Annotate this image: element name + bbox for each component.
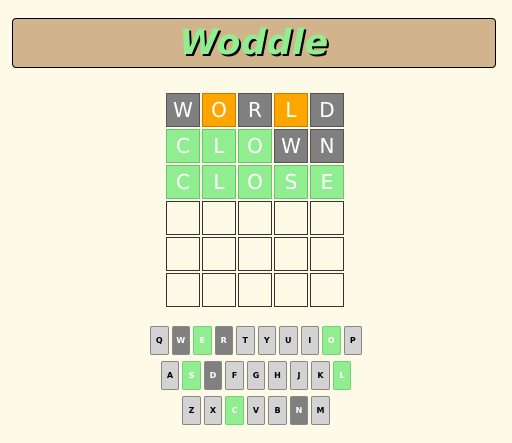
board-tile [238,273,272,307]
key-o[interactable]: O [322,326,341,355]
board-tile [238,201,272,235]
key-e[interactable]: E [193,326,212,355]
key-n[interactable]: N [289,396,309,425]
key-k[interactable]: K [311,361,330,390]
key-m[interactable]: M [311,396,330,425]
board-tile: S [274,165,308,199]
board-tile: L [202,165,236,199]
key-g[interactable]: G [246,361,266,390]
keyboard-row: QWERTYUIOP [0,326,512,355]
board-tile [310,273,344,307]
key-t[interactable]: T [236,326,255,355]
key-p[interactable]: P [343,326,362,355]
board-tile: D [310,93,344,127]
key-c[interactable]: C [225,396,244,425]
key-b[interactable]: B [268,396,287,425]
board-tile [310,201,344,235]
board-tile [166,201,200,235]
board-tile: C [166,165,200,199]
board-tile: O [238,129,272,163]
key-j[interactable]: J [289,361,309,390]
board-tile: W [166,93,200,127]
guess-board: WORLDCLOWNCLOSE [166,93,344,307]
board-tile: E [310,165,344,199]
game-title: Woddle [179,23,329,63]
board-tile [274,237,308,271]
keyboard-row: ASDFGHJKL [0,361,512,390]
title-bar: Woddle [12,18,496,68]
key-h[interactable]: H [268,361,287,390]
board-tile [274,201,308,235]
board-tile: L [274,93,308,127]
board-tile [202,201,236,235]
on-screen-keyboard: QWERTYUIOP ASDFGHJKL ZXCVBNM [0,326,512,431]
key-d[interactable]: D [203,361,223,390]
keyboard-row: ZXCVBNM [0,396,512,425]
board-tile [310,237,344,271]
board-tile: N [310,129,344,163]
key-s[interactable]: S [182,361,201,390]
key-r[interactable]: R [214,326,233,355]
board-tile: C [166,129,200,163]
board-tile [166,237,200,271]
board-tile: L [202,129,236,163]
key-i[interactable]: I [300,326,319,355]
board-tile: W [274,129,308,163]
key-q[interactable]: Q [150,326,169,355]
board-tile [166,273,200,307]
board-tile [202,237,236,271]
key-x[interactable]: X [203,396,223,425]
board-tile [238,237,272,271]
board-tile: O [238,165,272,199]
key-u[interactable]: U [279,326,298,355]
board-tile: R [238,93,272,127]
key-z[interactable]: Z [182,396,201,425]
key-l[interactable]: L [332,361,352,390]
board-tile [202,273,236,307]
key-v[interactable]: V [246,396,266,425]
key-w[interactable]: W [171,326,190,355]
board-tile: O [202,93,236,127]
key-a[interactable]: A [160,361,180,390]
board-tile [274,273,308,307]
key-y[interactable]: Y [257,326,276,355]
key-f[interactable]: F [225,361,244,390]
